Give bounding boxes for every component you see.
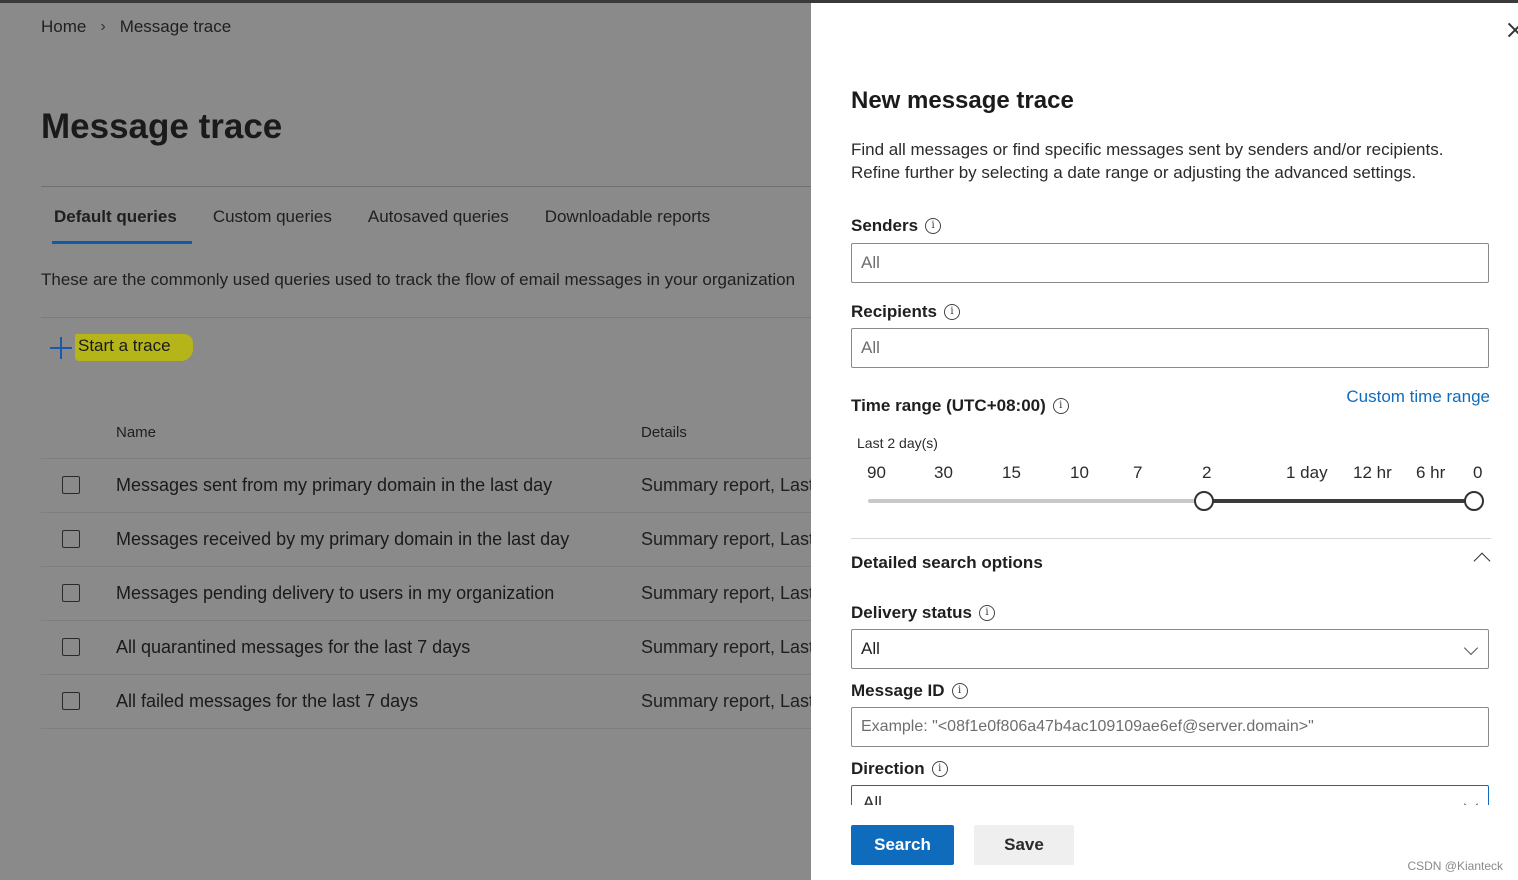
time-range-tick: 2 — [1202, 463, 1212, 482]
time-range-selection-text: Last 2 day(s) — [857, 435, 938, 451]
divider — [851, 538, 1491, 539]
recipients-label-text: Recipients — [851, 302, 937, 321]
message-id-label: Message ID i — [851, 681, 968, 701]
breadcrumb: Home › Message trace — [41, 17, 231, 37]
panel-title: New message trace — [851, 87, 1074, 114]
info-icon[interactable]: i — [978, 605, 995, 621]
new-message-trace-panel: New message trace Find all messages or f… — [811, 3, 1518, 880]
tab-downloadable-reports[interactable]: Downloadable reports — [532, 203, 723, 237]
message-trace-page: Home › Message trace Message trace Defau… — [0, 3, 811, 880]
table-row[interactable]: Messages pending delivery to users in my… — [41, 566, 811, 620]
tab-custom-queries[interactable]: Custom queries — [200, 203, 345, 237]
watermark: CSDN @Kianteck — [1407, 859, 1503, 873]
time-range-tick: 30 — [934, 463, 953, 482]
table-row[interactable]: All quarantined messages for the last 7 … — [41, 620, 811, 674]
row-checkbox[interactable] — [62, 476, 80, 494]
breadcrumb-home[interactable]: Home — [41, 17, 86, 37]
row-details: Summary report, Last — [641, 637, 811, 657]
tab-autosaved-queries[interactable]: Autosaved queries — [355, 203, 522, 237]
row-details: Summary report, Last — [641, 583, 811, 603]
time-range-tick: 10 — [1070, 463, 1089, 482]
time-range-tick: 0 — [1473, 463, 1483, 482]
time-range-start-handle[interactable] — [1194, 491, 1214, 511]
row-checkbox[interactable] — [62, 692, 80, 710]
row-name[interactable]: Messages sent from my primary domain in … — [116, 475, 552, 496]
start-trace-button[interactable]: Start a trace — [50, 334, 193, 361]
direction-label-text: Direction — [851, 759, 925, 778]
recipients-input[interactable]: All — [851, 328, 1489, 368]
tab-list: Default queries Custom queries Autosaved… — [41, 203, 733, 244]
start-trace-label: Start a trace — [75, 334, 193, 361]
row-checkbox[interactable] — [62, 584, 80, 602]
column-header-details[interactable]: Details — [641, 424, 687, 441]
time-range-tick: 90 — [867, 463, 886, 482]
divider — [41, 186, 811, 187]
chevron-down-icon — [1463, 640, 1479, 656]
info-icon[interactable]: i — [931, 761, 948, 777]
delivery-status-value: All — [861, 639, 880, 658]
time-range-tick: 1 day — [1286, 463, 1328, 482]
senders-label-text: Senders — [851, 216, 919, 235]
row-name[interactable]: All failed messages for the last 7 days — [116, 691, 418, 712]
time-range-label-text: Time range (UTC+08:00) — [851, 396, 1046, 415]
search-button[interactable]: Search — [851, 825, 954, 865]
info-icon[interactable]: i — [951, 683, 968, 699]
message-id-input[interactable]: Example: "<08f1e0f806a47b4ac109109ae6ef@… — [851, 707, 1489, 747]
recipients-label: Recipients i — [851, 302, 960, 322]
divider — [41, 317, 811, 318]
info-icon[interactable]: i — [1052, 398, 1069, 414]
time-range-slider-fill — [1204, 499, 1474, 503]
queries-table: Messages sent from my primary domain in … — [41, 458, 811, 729]
time-range-tick: 12 hr — [1353, 463, 1392, 482]
page-title: Message trace — [41, 107, 283, 146]
time-range-tick: 15 — [1002, 463, 1021, 482]
chevron-up-icon[interactable] — [1473, 552, 1491, 570]
breadcrumb-chevron-icon: › — [100, 18, 106, 35]
info-icon[interactable]: i — [925, 218, 942, 234]
row-details: Summary report, Last — [641, 691, 811, 711]
detailed-search-options-toggle[interactable]: Detailed search options — [851, 553, 1043, 573]
row-details: Summary report, Last — [641, 475, 811, 495]
save-button[interactable]: Save — [974, 825, 1074, 865]
delivery-status-label-text: Delivery status — [851, 603, 972, 622]
row-checkbox[interactable] — [62, 638, 80, 656]
plus-icon — [50, 336, 72, 359]
table-row[interactable]: Messages received by my primary domain i… — [41, 512, 811, 566]
info-icon[interactable]: i — [943, 304, 960, 320]
chevron-down-icon — [1463, 796, 1479, 805]
time-range-tick: 7 — [1133, 463, 1143, 482]
message-id-label-text: Message ID — [851, 681, 945, 700]
panel-description: Find all messages or find specific messa… — [851, 140, 1444, 182]
direction-value: All — [863, 793, 882, 805]
senders-input[interactable]: All — [851, 243, 1489, 283]
column-header-name[interactable]: Name — [116, 424, 156, 441]
time-range-end-handle[interactable] — [1464, 491, 1484, 511]
row-name[interactable]: Messages received by my primary domain i… — [116, 529, 569, 550]
row-checkbox[interactable] — [62, 530, 80, 548]
direction-label: Direction i — [851, 759, 948, 779]
row-name[interactable]: All quarantined messages for the last 7 … — [116, 637, 470, 658]
senders-label: Senders i — [851, 216, 942, 236]
table-row[interactable]: Messages sent from my primary domain in … — [41, 458, 811, 512]
direction-dropdown[interactable]: All — [851, 785, 1489, 805]
delivery-status-label: Delivery status i — [851, 603, 995, 623]
time-range-tick: 6 hr — [1416, 463, 1446, 482]
custom-time-range-link[interactable]: Custom time range — [1346, 387, 1490, 407]
row-details: Summary report, Last — [641, 529, 811, 549]
time-range-label: Time range (UTC+08:00) i — [851, 396, 1069, 416]
close-icon[interactable] — [1508, 23, 1518, 37]
page-description: These are the commonly used queries used… — [41, 270, 796, 289]
tab-default-queries[interactable]: Default queries — [41, 203, 192, 244]
breadcrumb-current: Message trace — [119, 17, 232, 36]
delivery-status-dropdown[interactable]: All — [851, 629, 1489, 669]
row-name[interactable]: Messages pending delivery to users in my… — [116, 583, 554, 604]
table-row[interactable]: All failed messages for the last 7 days … — [41, 674, 811, 729]
